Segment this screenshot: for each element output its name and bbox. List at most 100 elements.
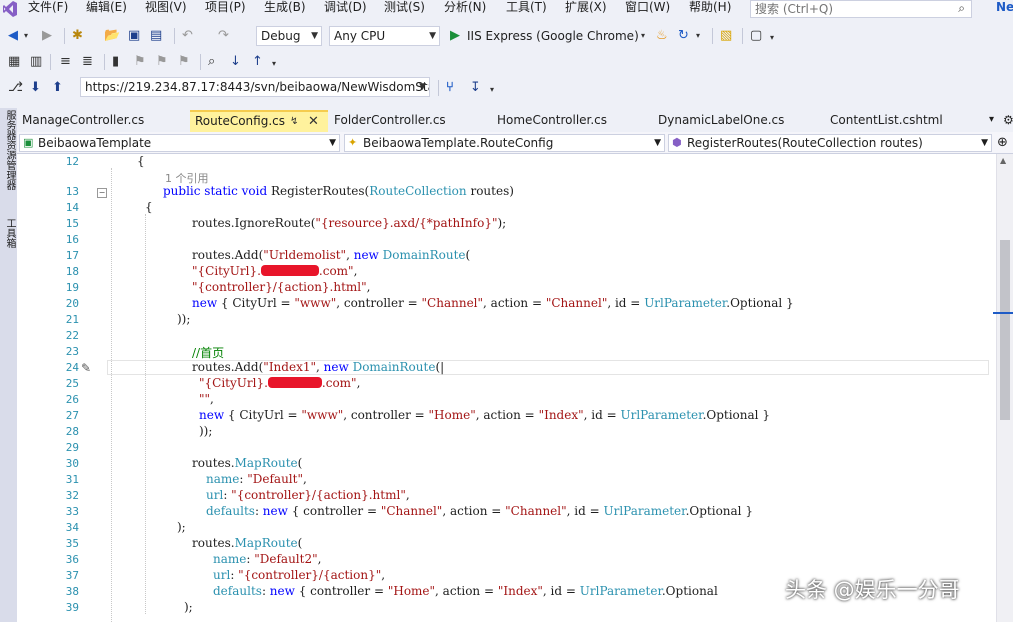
code-line: name: "Default2",	[213, 552, 322, 566]
refresh-icon[interactable]: ↻	[678, 28, 689, 44]
code-line: );	[177, 520, 186, 534]
class-dropdown[interactable]: ✦ BeibaowaTemplate.RouteConfig ▼	[344, 134, 665, 152]
merge-icon[interactable]: ⑂	[446, 80, 454, 96]
code-line: "",	[199, 392, 214, 406]
line-number: 19	[65, 281, 79, 294]
project-value: BeibaowaTemplate	[38, 136, 152, 150]
line-number: 29	[65, 441, 79, 454]
tab-overflow-icon[interactable]: ▾	[989, 114, 994, 125]
toolbox-tab[interactable]: 工具箱	[2, 218, 17, 248]
quick-action-brush-icon[interactable]: ✎	[81, 361, 91, 375]
branch-icon[interactable]: ⎇	[8, 80, 23, 96]
clear-bookmarks-icon[interactable]: ⚑	[178, 54, 190, 70]
find-in-files-icon[interactable]: ▧	[720, 28, 732, 44]
watermark-text: 头条 @娱乐一分哥	[785, 578, 960, 602]
menu-extensions[interactable]: 扩展(X)	[565, 0, 607, 18]
open-folder-icon[interactable]: 📂	[104, 28, 120, 44]
search-input[interactable]	[755, 2, 935, 16]
back-icon[interactable]: ◀	[8, 28, 18, 44]
solution-explorer-icon[interactable]: ▦	[8, 54, 20, 70]
menu-test[interactable]: 测试(S)	[384, 0, 425, 18]
tab-manage-controller[interactable]: ManageController.cs	[17, 110, 190, 132]
menu-view[interactable]: 视图(V)	[145, 0, 187, 18]
visual-studio-logo-icon[interactable]	[2, 0, 18, 18]
search-icon[interactable]: ⌕	[958, 1, 965, 16]
code-line: ));	[177, 312, 191, 326]
next-bookmark-icon[interactable]: ⚑	[156, 54, 168, 70]
pull-icon[interactable]: ⬇	[30, 80, 41, 96]
collapse-toggle[interactable]: −	[97, 188, 107, 198]
hot-reload-icon[interactable]: ♨	[656, 28, 668, 44]
save-icon[interactable]: ▣	[128, 28, 140, 44]
tab-content-list[interactable]: ContentList.cshtml	[825, 110, 985, 132]
code-line: url: "{controller}/{action}",	[213, 568, 386, 582]
forward-icon[interactable]: ▶	[42, 28, 52, 44]
vertical-scrollbar[interactable]: ▲	[993, 154, 1013, 622]
member-dropdown[interactable]: ⬢ RegisterRoutes(RouteCollection routes)…	[668, 134, 992, 152]
code-line: "{CityUrl}. .com",	[192, 264, 358, 278]
menu-tools[interactable]: 工具(T)	[506, 0, 547, 18]
configuration-dropdown[interactable]: Debug ▼	[256, 26, 322, 46]
text-editor-toolbar: ▦ ▥ ≡ ≣ ▮ ⚑ ⚑ ⚑ ⌕ ↓ ↑ ▾	[0, 50, 1013, 74]
svn-url-dropdown[interactable]: https://219.234.87.17:8443/svn/beibaowa/…	[80, 77, 430, 97]
arrow-up-icon[interactable]: ↑	[252, 54, 263, 70]
tab-label: FolderController.cs	[334, 113, 446, 127]
tab-home-controller[interactable]: HomeController.cs	[492, 110, 653, 132]
tab-dynamic-label-one[interactable]: DynamicLabelOne.cs	[653, 110, 825, 132]
update-icon[interactable]: ↧	[470, 80, 481, 96]
menu-build[interactable]: 生成(B)	[264, 0, 306, 18]
outdent-icon[interactable]: ≣	[82, 54, 93, 70]
class-view-icon[interactable]: ▥	[30, 54, 42, 70]
toolbar-overflow-icon[interactable]: ▾	[770, 30, 774, 46]
prev-bookmark-icon[interactable]: ⚑	[134, 54, 146, 70]
save-all-icon[interactable]: ▤	[150, 28, 162, 44]
undo-icon[interactable]: ↶	[182, 28, 193, 44]
code-editor[interactable]: 12 13 14 15 16 17 18 19 20 21 22 23 24 2…	[17, 154, 996, 622]
scroll-up-icon[interactable]: ▲	[1000, 156, 1006, 165]
platform-dropdown[interactable]: Any CPU ▼	[329, 26, 440, 46]
menu-project[interactable]: 项目(P)	[205, 0, 246, 18]
close-icon[interactable]: ✕	[308, 112, 319, 131]
bookmark-icon[interactable]: ▮	[112, 54, 119, 70]
line-number: 14	[65, 201, 79, 214]
server-explorer-tab[interactable]: 服务器资源管理器	[2, 110, 17, 190]
code-line: "{CityUrl}. .com",	[199, 376, 361, 390]
push-icon[interactable]: ⬆	[52, 80, 63, 96]
search-box[interactable]: ⌕	[750, 0, 972, 18]
code-line: "{controller}/{action}.html",	[192, 280, 371, 294]
split-editor-icon[interactable]: ⊕	[997, 135, 1008, 150]
menu-analyze[interactable]: 分析(N)	[444, 0, 486, 18]
scrollbar-thumb[interactable]	[1000, 240, 1010, 420]
redo-icon[interactable]: ↷	[218, 28, 229, 44]
tab-label: ContentList.cshtml	[830, 113, 943, 127]
menu-edit[interactable]: 编辑(E)	[86, 0, 127, 18]
pin-icon[interactable]: ↯	[290, 112, 298, 131]
new-project-icon[interactable]: ✱	[72, 28, 83, 44]
arrow-down-icon[interactable]: ↓	[230, 54, 241, 70]
project-dropdown[interactable]: ▣ BeibaowaTemplate ▼	[19, 134, 340, 152]
back-dropdown-icon[interactable]: ▾	[24, 28, 28, 44]
code-line: url: "{controller}/{action}.html",	[206, 488, 410, 502]
menu-help[interactable]: 帮助(H)	[689, 0, 731, 18]
code-line: public static void RegisterRoutes(RouteC…	[163, 184, 514, 198]
line-number: 37	[65, 569, 79, 582]
toolbar-overflow-icon[interactable]: ▾	[272, 56, 276, 72]
browser-link-icon[interactable]: ▢	[750, 28, 762, 44]
redacted-domain	[267, 377, 322, 388]
settings-gear-icon[interactable]: ⚙	[1003, 113, 1013, 127]
indent-icon[interactable]: ≡	[60, 54, 71, 70]
menu-debug[interactable]: 调试(D)	[324, 0, 367, 18]
refresh-dropdown-icon[interactable]: ▾	[696, 28, 700, 44]
menu-file[interactable]: 文件(F)	[28, 0, 68, 18]
run-dropdown-icon[interactable]: ▾	[641, 28, 645, 44]
toolbar-separator	[104, 54, 105, 70]
play-icon[interactable]: ▶	[450, 28, 460, 44]
find-icon[interactable]: ⌕	[208, 54, 215, 70]
toolbar-overflow-icon[interactable]: ▾	[490, 82, 494, 98]
account-label[interactable]: Ne	[996, 0, 1013, 14]
tab-folder-controller[interactable]: FolderController.cs	[329, 110, 492, 132]
menu-window[interactable]: 窗口(W)	[625, 0, 670, 18]
tab-route-config[interactable]: RouteConfig.cs ↯ ✕	[190, 110, 328, 132]
run-target-button[interactable]: IIS Express (Google Chrome)	[467, 29, 639, 43]
line-number: 20	[65, 297, 79, 310]
